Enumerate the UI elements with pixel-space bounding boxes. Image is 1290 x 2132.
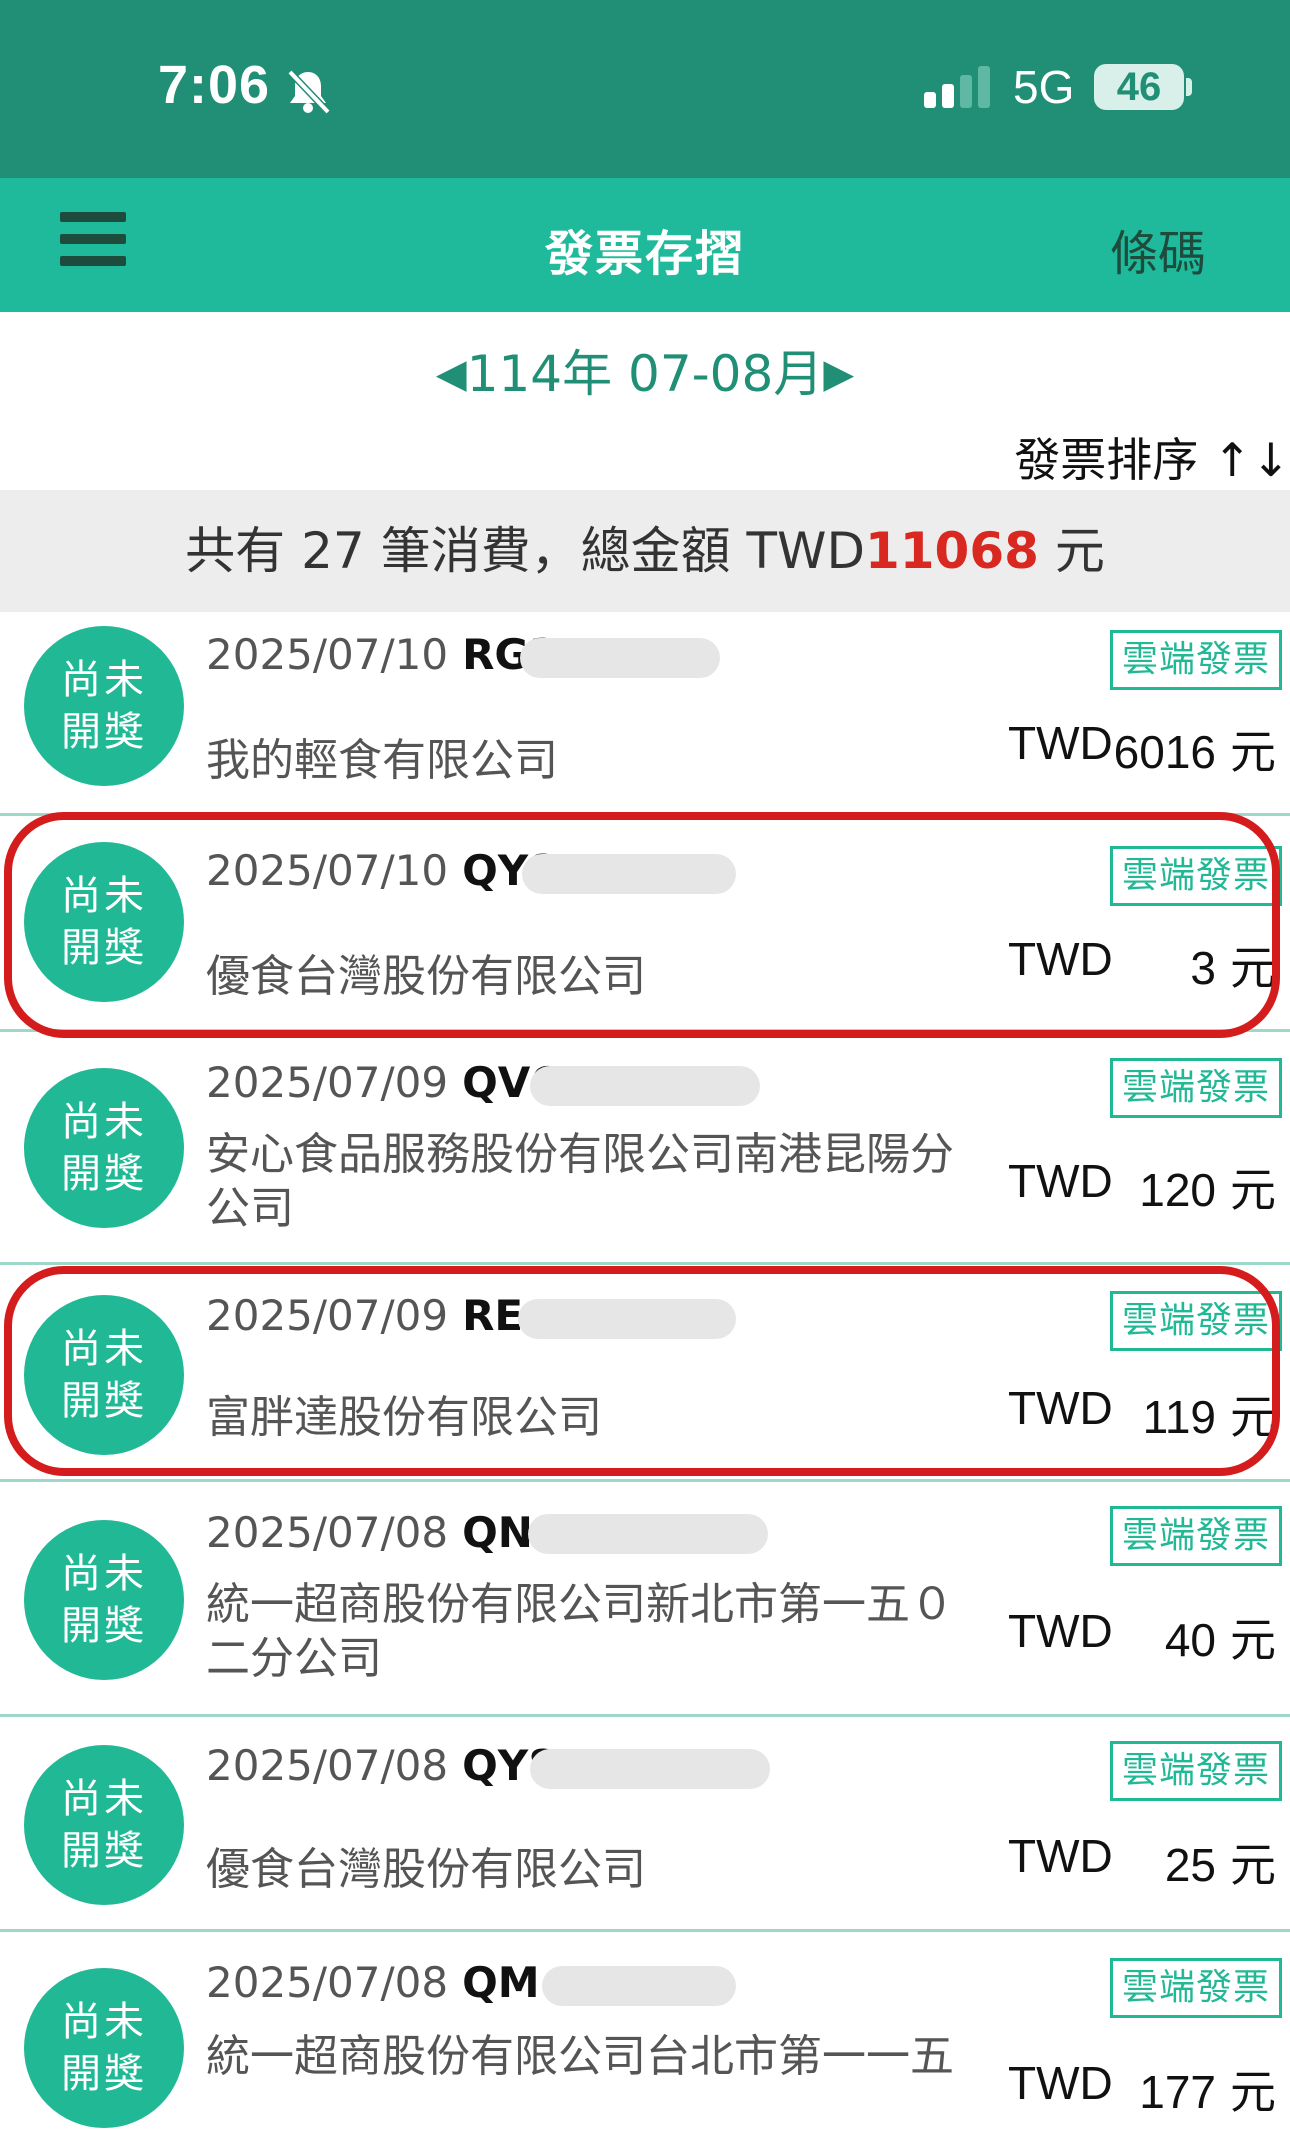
invoice-date: 2025/07/09 QV6 [206, 1058, 560, 1107]
period-label: 114年 07-08月 [466, 345, 824, 403]
network-type: 5G [1013, 61, 1075, 113]
invoice-date: 2025/07/10 QY8 [206, 846, 558, 895]
invoice-date: 2025/07/08 QM [206, 1958, 540, 2007]
status-bar: 7:06 5G 46 [0, 0, 1290, 178]
status-badge: 尚未 開獎 [24, 1520, 184, 1680]
invoice-code: QM [462, 1958, 540, 2007]
status-badge: 尚未 開獎 [24, 842, 184, 1002]
sort-button[interactable]: 發票排序 ↑↓ [1014, 424, 1290, 490]
redacted-number [530, 1066, 760, 1106]
cloud-invoice-tag: 雲端發票 [1110, 630, 1282, 690]
invoice-amount: 6016 元 [1113, 725, 1276, 779]
signal-icon [924, 66, 990, 108]
prev-period-arrow-icon[interactable]: ◀ [436, 351, 467, 397]
currency: TWD [1008, 1830, 1113, 1882]
battery-icon: 46 [1094, 64, 1184, 110]
invoice-amount: 119 元 [1142, 1390, 1276, 1444]
barcode-button[interactable]: 條碼 [1110, 214, 1206, 284]
merchant-name: 統一超商股份有限公司新北市第一五０二分公司 [206, 1579, 954, 1684]
status-badge: 尚未 開獎 [24, 1968, 184, 2128]
merchant-name: 我的輕食有限公司 [206, 735, 558, 786]
invoice-row[interactable]: 尚未 開獎 2025/07/09 RE 雲端發票 富胖達股份有限公司 TWD 119… [0, 1265, 1290, 1482]
redacted-number [542, 1966, 736, 2006]
invoice-date: 2025/07/09 RE [206, 1291, 524, 1340]
invoice-amount: 40 元 [1164, 1613, 1276, 1667]
invoice-date: 2025/07/08 QY8 [206, 1741, 558, 1790]
invoice-row[interactable]: 尚未 開獎 2025/07/08 QM 雲端發票 統一超商股份有限公司台北市第一一五… [0, 1932, 1290, 2132]
invoice-row[interactable]: 尚未 開獎 2025/07/08 QN 雲端發票 統一超商股份有限公司新北市第一五０… [0, 1482, 1290, 1717]
invoice-row[interactable]: 尚未 開獎 2025/07/09 QV6 雲端發票 安心食品服務股份有限公司南港昆陽… [0, 1032, 1290, 1265]
redacted-number [520, 638, 720, 678]
invoice-date: 2025/07/10 RG3 [206, 630, 559, 679]
merchant-name: 安心食品服務股份有限公司南港昆陽分公司 [206, 1129, 954, 1234]
cloud-invoice-tag: 雲端發票 [1110, 1506, 1282, 1566]
invoice-row[interactable]: 尚未 開獎 2025/07/10 RG3 雲端發票 我的輕食有限公司 TWD 601… [0, 612, 1290, 816]
summary-suffix: 元 [1038, 522, 1105, 580]
invoice-amount: 120 元 [1139, 1163, 1276, 1217]
currency: TWD [1008, 1382, 1113, 1434]
invoice-row[interactable]: 尚未 開獎 2025/07/10 QY8 雲端發票 優食台灣股份有限公司 TWD 3… [0, 816, 1290, 1032]
redacted-number [530, 1749, 770, 1789]
invoice-amount: 177 元 [1139, 2065, 1276, 2119]
currency: TWD [1008, 933, 1113, 985]
status-badge: 尚未 開獎 [24, 1068, 184, 1228]
cloud-invoice-tag: 雲端發票 [1110, 1958, 1282, 2018]
cloud-invoice-tag: 雲端發票 [1110, 846, 1282, 906]
invoice-row[interactable]: 尚未 開獎 2025/07/08 QY8 雲端發票 優食台灣股份有限公司 TWD 2… [0, 1717, 1290, 1932]
merchant-name: 富胖達股份有限公司 [206, 1392, 602, 1443]
cloud-invoice-tag: 雲端發票 [1110, 1741, 1282, 1801]
page-title: 發票存摺 [544, 226, 745, 282]
redacted-number [528, 1514, 768, 1554]
currency: TWD [1008, 2057, 1113, 2109]
silent-bell-icon [287, 69, 331, 115]
status-badge: 尚未 開獎 [24, 626, 184, 786]
currency: TWD [1008, 717, 1113, 769]
currency: TWD [1008, 1605, 1113, 1657]
summary-total: 11068 [864, 522, 1039, 580]
currency: TWD [1008, 1155, 1113, 1207]
redacted-number [518, 1299, 736, 1339]
merchant-name: 統一超商股份有限公司台北市第一一五 [206, 2031, 954, 2082]
invoice-code: RE [462, 1291, 524, 1340]
invoice-code: QN [462, 1508, 533, 1557]
next-period-arrow-icon[interactable]: ▶ [823, 351, 854, 397]
battery-nub [1186, 78, 1192, 96]
period-selector: ◀114年 07-08月▶ [0, 334, 1290, 406]
summary-bar: 共有 27 筆消費，總金額 TWD11068 元 [0, 490, 1290, 612]
status-badge: 尚未 開獎 [24, 1295, 184, 1455]
cloud-invoice-tag: 雲端發票 [1110, 1291, 1282, 1351]
invoice-amount: 3元 [1190, 941, 1276, 995]
redacted-number [522, 854, 736, 894]
status-badge: 尚未 開獎 [24, 1745, 184, 1905]
merchant-name: 優食台灣股份有限公司 [206, 951, 646, 1002]
invoice-date: 2025/07/08 QN [206, 1508, 533, 1557]
cloud-invoice-tag: 雲端發票 [1110, 1058, 1282, 1118]
summary-prefix: 共有 27 筆消費，總金額 TWD [185, 522, 865, 580]
invoice-amount: 25 元 [1164, 1838, 1276, 1892]
status-time: 7:06 [158, 55, 271, 115]
merchant-name: 優食台灣股份有限公司 [206, 1844, 646, 1895]
